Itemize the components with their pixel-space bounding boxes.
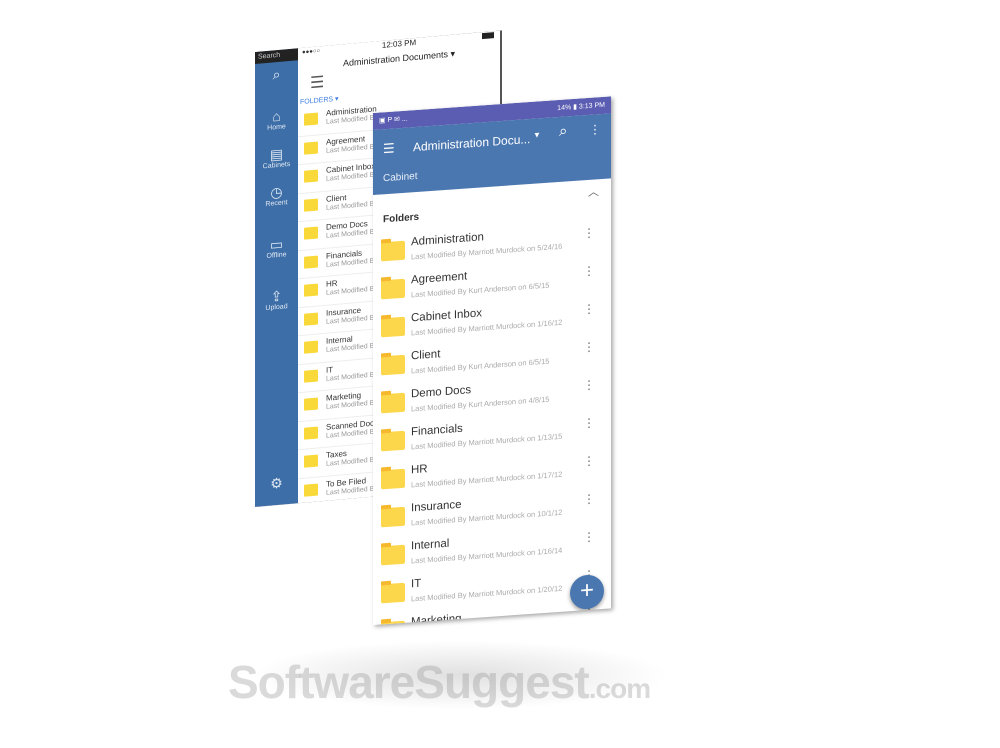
sidebar-item-cabinets[interactable]: ▤ Cabinets [255, 144, 298, 171]
sidebar-item-label: Home [267, 123, 286, 132]
folder-name: Demo Docs [411, 384, 472, 401]
folder-icon [381, 506, 405, 528]
sidebar-item-label: Cabinets [262, 160, 291, 171]
sidebar-item-recent[interactable]: ◷ Recent [255, 182, 298, 209]
folder-name: Internal [411, 537, 450, 553]
folder-icon [381, 430, 405, 452]
folder-icon [304, 368, 318, 383]
folder-icon [304, 311, 318, 326]
folder-icon [381, 316, 405, 338]
folder-name: Agreement [411, 270, 468, 287]
chevron-down-icon[interactable]: ▼ [533, 130, 541, 140]
search-icon[interactable]: ⌕ [255, 64, 298, 84]
settings-icon[interactable]: ⚙ [255, 473, 298, 493]
folders-label: Folders [383, 211, 420, 226]
sidebar-item-offline[interactable]: ▭ Offline [255, 234, 298, 261]
folder-name: IT [411, 577, 422, 591]
sidebar: Search ⌕ ⌂ Home ▤ Cabinets ◷ Recent ▭ Offlin… [255, 48, 298, 507]
cabinet-icon: ▤ [269, 145, 284, 163]
more-options-icon[interactable]: ⋮ [583, 339, 595, 354]
more-options-icon[interactable]: ⋮ [583, 453, 595, 468]
menu-icon[interactable]: ☰ [383, 140, 395, 157]
more-options-icon[interactable]: ⋮ [583, 491, 595, 506]
menu-icon[interactable]: ☰ [310, 72, 324, 93]
folder-name: Insurance [411, 498, 462, 515]
folder-icon [381, 278, 405, 300]
folder-icon [381, 544, 405, 566]
folder-name: Financials [411, 422, 463, 439]
clock-icon: ◷ [270, 183, 283, 201]
breadcrumb[interactable]: Cabinet [383, 171, 417, 184]
sidebar-item-label: Offline [266, 251, 287, 260]
more-options-icon[interactable]: ⋮ [583, 301, 595, 316]
folder-icon [304, 254, 318, 269]
folder-modified: Last Modified By Marriott Murdock on 1/1… [411, 469, 563, 490]
folder-name: IT [326, 364, 334, 375]
folder-icon [381, 354, 405, 376]
folder-modified: Last Modified By Marriott Murdock on 1/2… [411, 583, 563, 604]
watermark: SoftwareSuggest.com [228, 656, 651, 708]
sidebar-item-label: Upload [265, 303, 288, 313]
folder-icon [304, 226, 318, 240]
folder-icon [304, 425, 318, 440]
folder-icon [381, 392, 405, 414]
folder-modified: Last Modified By Marriott Murdock on 5/2… [411, 622, 562, 625]
folder-modified: Last Modified By [326, 370, 378, 383]
folder-name: HR [326, 278, 338, 289]
folder-icon [304, 454, 318, 468]
more-options-icon[interactable]: ⋮ [583, 529, 595, 544]
chevron-up-icon[interactable]: ︿ [588, 183, 599, 200]
folder-icon [381, 582, 405, 604]
more-options-icon[interactable]: ⋮ [583, 377, 595, 392]
folder-name: Cabinet Inbox [411, 307, 482, 325]
folder-icon [304, 340, 318, 354]
folder-name: Client [326, 192, 347, 204]
notification-icons: ▣ P ✉ ... [379, 115, 408, 125]
briefcase-icon: ▭ [269, 235, 284, 253]
more-options-icon[interactable]: ⋮ [583, 263, 595, 278]
sidebar-item-upload[interactable]: ⇪ Upload [255, 286, 298, 313]
back-to-search[interactable]: Search [255, 48, 298, 64]
folder-icon [304, 169, 318, 183]
upload-icon: ⇪ [270, 287, 283, 305]
folder-icon [304, 140, 318, 155]
folder-icon [304, 112, 318, 126]
folder-icon [381, 620, 405, 625]
folder-name: Vendor Relatio [326, 503, 378, 507]
folder-name: HR [411, 463, 428, 477]
folder-icon [381, 468, 405, 490]
page-title[interactable]: Administration Docu... [413, 132, 530, 154]
more-options-icon[interactable]: ⋮ [583, 225, 595, 240]
folder-icon [304, 397, 318, 411]
folder-icon [381, 240, 405, 262]
battery-icon [482, 32, 494, 40]
folder-name: Administration [411, 231, 484, 249]
folder-list: Administration Last Modified By Marriott … [373, 218, 611, 625]
folder-icon [304, 283, 318, 297]
more-options-icon[interactable]: ⋮ [583, 415, 595, 430]
sidebar-item-home[interactable]: ⌂ Home [255, 106, 298, 133]
folder-icon [304, 197, 318, 212]
folder-name: Client [411, 348, 441, 363]
sidebar-item-label: Recent [265, 199, 288, 209]
search-icon[interactable]: ⌕ [559, 122, 567, 140]
home-icon: ⌂ [272, 107, 281, 125]
android-phone-screen: ▣ P ✉ ... 14% ▮ 3:13 PM ☰ Administration… [373, 96, 611, 625]
folder-name: Marketing [411, 612, 462, 625]
more-vert-icon[interactable]: ⋮ [589, 122, 601, 137]
folder-icon [304, 482, 318, 497]
